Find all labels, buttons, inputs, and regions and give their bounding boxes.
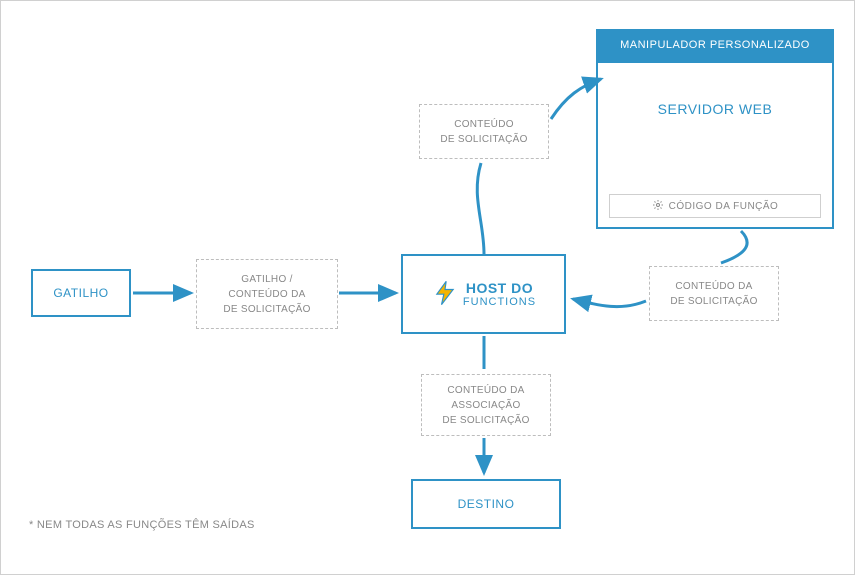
binding-payload-l2: ASSOCIAÇÃO bbox=[451, 398, 520, 413]
response-payload-l2: DE SOLICITAÇÃO bbox=[670, 294, 757, 309]
trigger-payload-l2: CONTEÚDO DA bbox=[228, 287, 305, 302]
web-server-label: SERVIDOR WEB bbox=[658, 101, 773, 117]
functions-host-box: HOST DO FUNCTIONS bbox=[401, 254, 566, 334]
binding-payload-l1: CONTEÚDO DA bbox=[447, 383, 524, 398]
gear-icon bbox=[652, 199, 664, 214]
destination-label: DESTINO bbox=[458, 497, 515, 511]
functions-host-l2: FUNCTIONS bbox=[463, 296, 536, 309]
binding-payload-l3: DE SOLICITAÇÃO bbox=[442, 413, 529, 428]
function-code-label: CÓDIGO DA FUNÇÃO bbox=[669, 201, 779, 212]
trigger-label: GATILHO bbox=[53, 286, 108, 300]
function-code-box: CÓDIGO DA FUNÇÃO bbox=[609, 194, 821, 218]
trigger-payload-l1: GATILHO / bbox=[241, 272, 292, 287]
trigger-payload-box: GATILHO / CONTEÚDO DA DE SOLICITAÇÃO bbox=[196, 259, 338, 329]
custom-handler-header: MANIPULADOR PERSONALIZADO bbox=[596, 29, 834, 61]
footnote-text: * NEM TODAS AS FUNÇÕES TÊM SAÍDAS bbox=[29, 519, 255, 531]
response-payload-box: CONTEÚDO DA DE SOLICITAÇÃO bbox=[649, 266, 779, 321]
request-payload-l1: CONTEÚDO bbox=[454, 117, 514, 132]
binding-payload-box: CONTEÚDO DA ASSOCIAÇÃO DE SOLICITAÇÃO bbox=[421, 374, 551, 436]
diagram-frame: GATILHO GATILHO / CONTEÚDO DA DE SOLICIT… bbox=[0, 0, 855, 575]
trigger-box: GATILHO bbox=[31, 269, 131, 317]
custom-handler-label: MANIPULADOR PERSONALIZADO bbox=[620, 39, 810, 51]
lightning-icon bbox=[431, 279, 459, 310]
destination-box: DESTINO bbox=[411, 479, 561, 529]
functions-host-l1: HOST DO bbox=[463, 280, 536, 296]
trigger-payload-l3: DE SOLICITAÇÃO bbox=[223, 302, 310, 317]
request-payload-l2: DE SOLICITAÇÃO bbox=[440, 132, 527, 147]
response-payload-l1: CONTEÚDO DA bbox=[675, 279, 752, 294]
request-payload-box: CONTEÚDO DE SOLICITAÇÃO bbox=[419, 104, 549, 159]
